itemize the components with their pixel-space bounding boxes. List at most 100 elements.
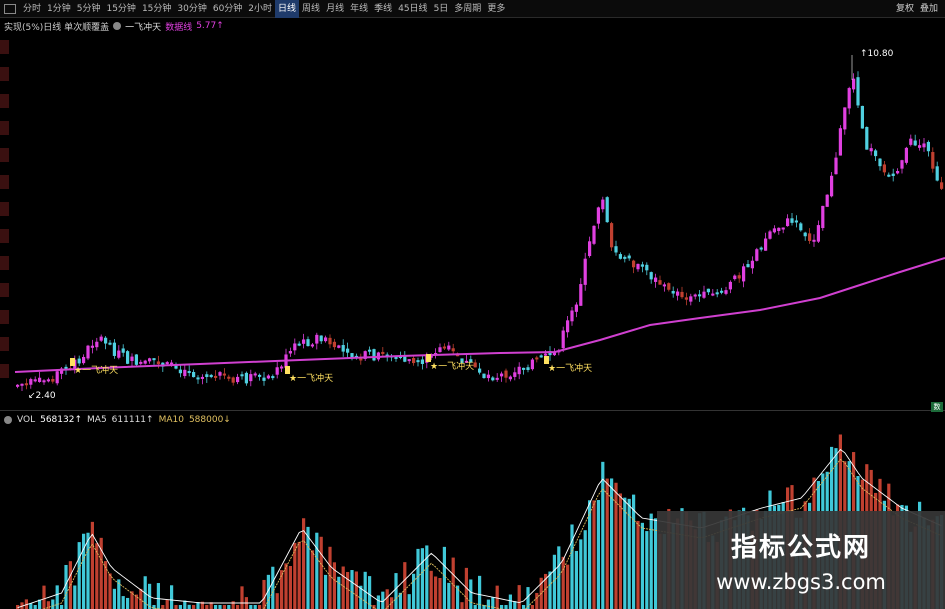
- kline-candle: [772, 228, 776, 233]
- volume-bar: [95, 543, 99, 609]
- kline-candle: [702, 291, 706, 298]
- kline-candle: [781, 227, 785, 230]
- volume-bar: [258, 605, 262, 609]
- volume-bar: [354, 571, 358, 609]
- kline-candle: [29, 379, 33, 385]
- kline-candle: [231, 377, 235, 383]
- volume-bar: [548, 571, 552, 609]
- volume-title[interactable]: VOL: [17, 415, 35, 425]
- volume-bar: [579, 539, 583, 609]
- kline-candle: [33, 379, 37, 382]
- volume-bar: [640, 522, 644, 609]
- kline-candle: [596, 207, 600, 224]
- kline-candle: [539, 355, 543, 358]
- volume-bar: [192, 605, 196, 609]
- kline-candle: [513, 372, 517, 377]
- kline-candle: [99, 336, 103, 341]
- kline-candle: [447, 345, 451, 350]
- kline-candle: [909, 138, 913, 145]
- kline-candle: [288, 351, 292, 354]
- kline-candle: [16, 384, 20, 387]
- volume-bar: [623, 497, 627, 609]
- kline-candle: [266, 375, 270, 379]
- volume-bar: [447, 582, 451, 609]
- kline-candle: [852, 78, 856, 90]
- high-price-label: ↑10.80: [860, 49, 894, 59]
- kline-candle: [156, 361, 160, 365]
- volume-bar: [174, 605, 178, 609]
- volume-bar: [557, 546, 561, 609]
- kline-candle: [684, 297, 688, 300]
- kline-candle: [46, 379, 50, 382]
- kline-candle: [139, 361, 143, 364]
- kline-candle: [95, 341, 99, 348]
- kline-candle: [227, 376, 231, 379]
- kline-candle: [746, 264, 750, 268]
- kline-candle: [825, 194, 829, 207]
- volume-bar: [412, 573, 416, 609]
- kline-candle: [104, 337, 108, 344]
- volume-bar: [214, 605, 218, 609]
- signal-marker: [70, 358, 75, 366]
- volume-bar: [134, 594, 138, 609]
- volume-bar: [328, 546, 332, 609]
- kline-candle: [671, 290, 675, 294]
- kline-candle: [209, 374, 213, 378]
- kline-candle: [931, 152, 935, 169]
- volume-bar: [161, 605, 165, 609]
- kline-candle: [812, 239, 816, 242]
- volume-bar: [240, 586, 244, 609]
- kline-candle: [293, 343, 297, 351]
- volume-bar: [420, 548, 424, 609]
- volume-bar: [42, 585, 46, 609]
- volume-bar: [60, 605, 64, 609]
- volume-bar: [486, 599, 490, 609]
- kline-candle: [420, 359, 424, 364]
- corner-badge[interactable]: 数: [931, 402, 943, 412]
- kline-candle: [715, 292, 719, 295]
- volume-bar: [341, 566, 345, 609]
- volume-bar: [178, 605, 182, 609]
- kline-candle: [473, 362, 477, 368]
- kline-candle: [654, 277, 658, 282]
- volume-bar: [82, 533, 86, 609]
- kline-candle: [860, 105, 864, 129]
- volume-bar: [51, 599, 55, 609]
- kline-candle: [680, 291, 684, 298]
- kline-candle: [451, 348, 455, 352]
- volume-bar: [403, 562, 407, 609]
- volume-bar: [478, 575, 482, 609]
- signal-label: ★一飞冲天: [548, 362, 592, 374]
- volume-bar: [596, 500, 600, 609]
- volume-bar: [601, 461, 605, 609]
- kline-candle: [522, 367, 526, 370]
- volume-bar: [33, 605, 37, 609]
- volume-bar: [434, 576, 438, 609]
- kline-candle: [750, 260, 754, 269]
- kline-candle: [236, 376, 240, 383]
- kline-candle: [38, 377, 42, 382]
- kline-candle: [280, 366, 284, 369]
- kline-candle: [904, 147, 908, 163]
- kline-candle: [601, 199, 605, 210]
- kline-candle: [90, 345, 94, 348]
- kline-candle: [112, 342, 116, 356]
- kline-candle: [517, 366, 521, 375]
- kline-candle: [794, 220, 798, 223]
- volume-bar: [394, 573, 398, 609]
- kline-candle: [20, 383, 24, 386]
- kline-candle: [632, 260, 636, 268]
- volume-bar: [570, 524, 574, 609]
- kline-candle: [865, 127, 869, 150]
- kline-candle: [271, 376, 275, 379]
- kline-candle: [768, 231, 772, 239]
- volume-bar: [275, 593, 279, 609]
- kline-candle: [913, 140, 917, 146]
- volume-dot-icon[interactable]: [4, 416, 12, 424]
- volume-bar: [583, 530, 587, 609]
- kline-candle: [491, 377, 495, 381]
- site-watermark: 指标公式网 www.zbgs3.com: [657, 511, 945, 609]
- vol-value: 568132↑: [40, 415, 83, 425]
- kline-candle: [222, 373, 226, 376]
- volume-bar: [522, 605, 526, 609]
